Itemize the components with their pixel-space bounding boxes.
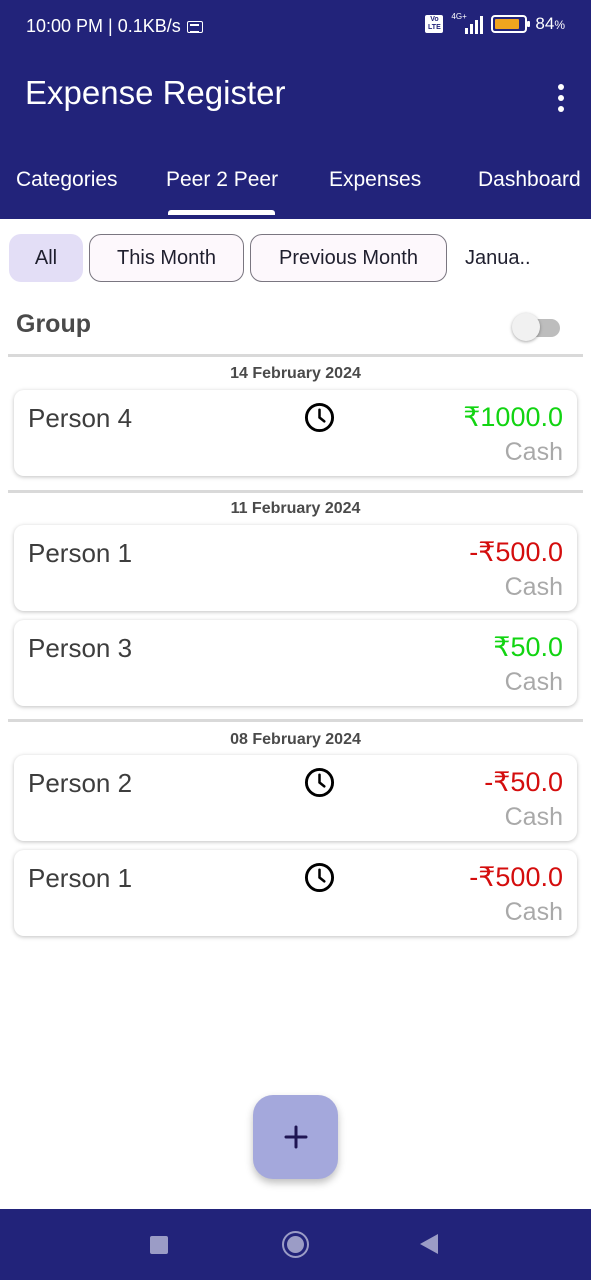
battery-fill xyxy=(495,19,519,29)
payment-method: Cash xyxy=(504,803,563,831)
payment-method: Cash xyxy=(504,438,563,466)
group-label: Group xyxy=(16,310,91,338)
status-left: 10:00 PM | 0.1KB/s xyxy=(26,16,203,37)
payment-method: Cash xyxy=(504,668,563,696)
date-header: 08 February 2024 xyxy=(230,731,361,748)
tab-expenses[interactable]: Expenses xyxy=(329,168,421,192)
chip-all[interactable]: All xyxy=(9,234,83,282)
tab-categories[interactable]: Categories xyxy=(16,168,118,192)
status-bar: 10:00 PM | 0.1KB/s Vo LTE 4G+ 84% xyxy=(0,0,591,56)
chip-previous-month[interactable]: Previous Month xyxy=(250,234,447,282)
payment-method: Cash xyxy=(504,573,563,601)
tab-dashboard[interactable]: Dashboard xyxy=(478,168,581,192)
amount: ₹50.0 xyxy=(493,632,563,662)
plus-icon xyxy=(284,1125,307,1149)
tab-bar: Categories Peer 2 Peer Expenses Dashboar… xyxy=(0,150,591,219)
clock-icon xyxy=(304,402,335,433)
person-name: Person 2 xyxy=(28,768,133,798)
section-divider xyxy=(8,354,583,357)
add-transaction-button[interactable] xyxy=(253,1095,338,1179)
payment-method: Cash xyxy=(504,898,563,926)
data-saver-icon xyxy=(186,20,203,33)
transaction-card[interactable]: Person 4 ₹1000.0 Cash xyxy=(14,390,577,476)
clock-icon xyxy=(304,767,335,798)
transaction-card[interactable]: Person 1 -₹500.0 Cash xyxy=(14,850,577,936)
person-name: Person 1 xyxy=(28,863,133,893)
clock-icon xyxy=(304,862,335,893)
chip-this-month[interactable]: This Month xyxy=(89,234,244,282)
back-icon[interactable] xyxy=(420,1234,438,1254)
date-header: 14 February 2024 xyxy=(230,365,361,382)
tab-peer-2-peer[interactable]: Peer 2 Peer xyxy=(166,168,278,192)
toggle-thumb xyxy=(512,313,540,341)
volte-icon: Vo LTE xyxy=(425,15,444,33)
person-name: Person 1 xyxy=(28,538,133,568)
section-divider xyxy=(8,719,583,722)
app-title: Expense Register xyxy=(25,74,286,111)
signal-icon: 4G+ xyxy=(451,12,484,34)
status-right: Vo LTE 4G+ 84% xyxy=(425,12,565,34)
transaction-card[interactable]: Person 2 -₹50.0 Cash xyxy=(14,755,577,841)
transaction-card[interactable]: Person 1 -₹500.0 Cash xyxy=(14,525,577,611)
system-nav-bar xyxy=(0,1209,591,1280)
amount: ₹1000.0 xyxy=(463,402,563,432)
battery-icon xyxy=(491,15,531,33)
battery-percent: 84% xyxy=(535,14,565,33)
network-type: 4G+ xyxy=(451,12,467,21)
date-header: 11 February 2024 xyxy=(230,500,361,517)
person-name: Person 3 xyxy=(28,633,133,663)
chip-january[interactable]: Janua.. xyxy=(465,234,575,282)
amount: -₹50.0 xyxy=(484,767,563,797)
home-icon[interactable] xyxy=(282,1231,309,1258)
section-divider xyxy=(8,490,583,493)
tab-indicator xyxy=(168,210,275,215)
status-time-speed: 10:00 PM | 0.1KB/s xyxy=(26,16,181,36)
amount: -₹500.0 xyxy=(469,537,563,567)
person-name: Person 4 xyxy=(28,403,133,433)
recents-icon[interactable] xyxy=(150,1236,168,1254)
overflow-menu-icon[interactable] xyxy=(555,84,567,112)
top-app-bar: 10:00 PM | 0.1KB/s Vo LTE 4G+ 84% Expens… xyxy=(0,0,591,219)
filter-chips: All This Month Previous Month Janua.. xyxy=(0,234,591,282)
amount: -₹500.0 xyxy=(469,862,563,892)
transaction-card[interactable]: Person 3 ₹50.0 Cash xyxy=(14,620,577,706)
group-toggle[interactable] xyxy=(512,312,560,342)
